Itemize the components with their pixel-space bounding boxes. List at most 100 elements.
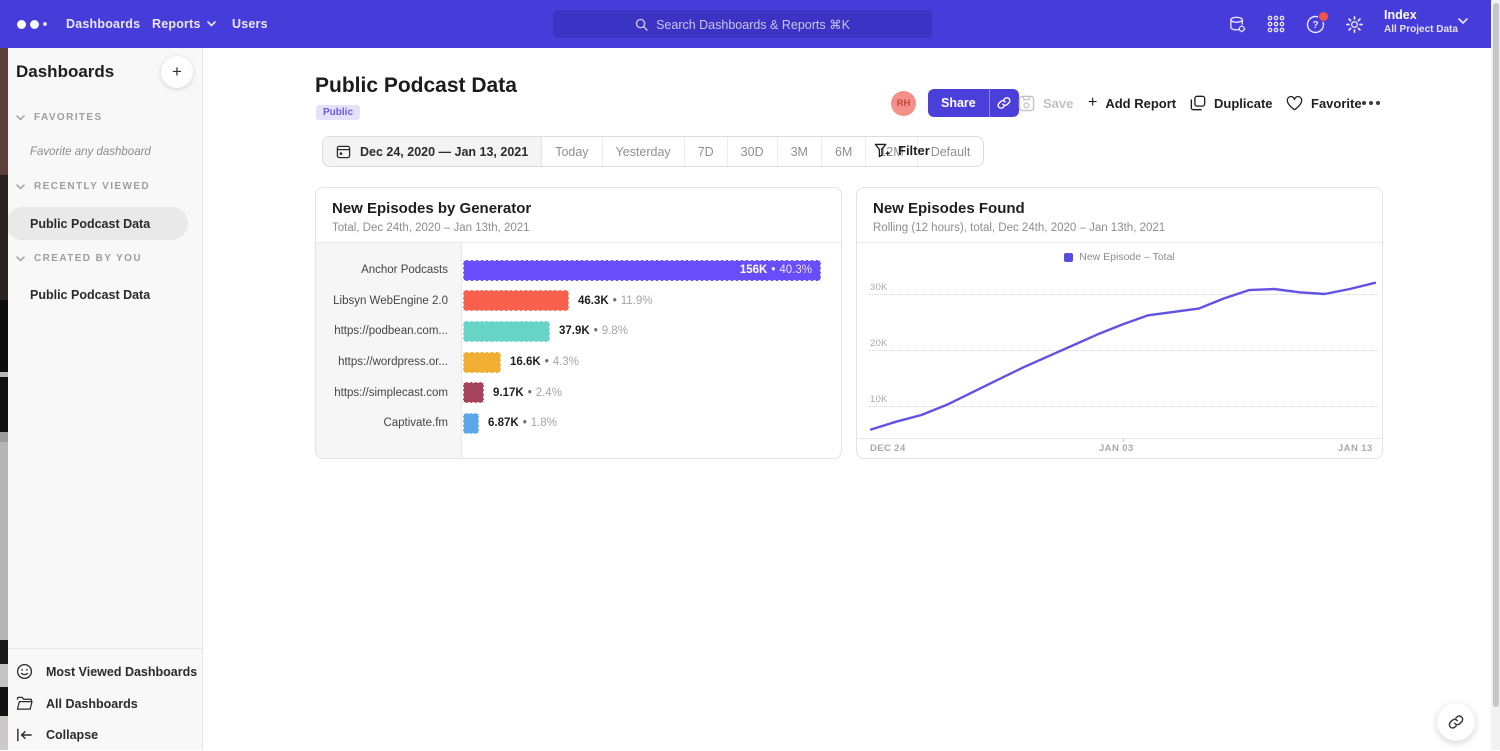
search-placeholder: Search Dashboards & Reports ⌘K [656,17,850,32]
chevron-down-icon [16,256,25,262]
project-chevron-down-icon[interactable] [1458,18,1468,25]
chevron-down-icon [16,184,25,190]
save-label: Save [1043,96,1073,111]
nav-reports-label: Reports [152,17,201,31]
add-dashboard-button[interactable]: + [161,56,193,88]
bar-category-label: https://podbean.com... [316,316,448,347]
legend-swatch [1064,253,1073,262]
project-scope: All Project Data [1384,23,1458,36]
share-button-label[interactable]: Share [928,89,989,117]
filter-label: Filter [898,143,930,158]
data-source-icon[interactable] [1226,13,1248,35]
bar-chart-subtitle: Total, Dec 24th, 2020 – Jan 13th, 2021 [332,222,530,234]
sidebar-item-recently-viewed-dashboard[interactable]: Public Podcast Data [30,217,150,231]
smiley-icon [16,663,33,680]
bar-category-label: Libsyn WebEngine 2.0 [316,286,448,317]
bar-rows: Anchor Podcasts156K•40.3%Libsyn WebEngin… [316,255,841,439]
nav-dashboards-label: Dashboards [66,17,140,31]
bar-segment[interactable] [463,352,501,373]
copy-link-floating-button[interactable] [1437,703,1475,741]
preset-30d[interactable]: 30D [728,137,778,166]
sidebar-title: Dashboards [16,62,114,82]
settings-gear-icon[interactable] [1343,13,1365,35]
chevron-down-icon [16,115,25,121]
preset-7d[interactable]: 7D [685,137,728,166]
chart-legend: New Episode – Total [857,251,1382,263]
bar-chart-title: New Episodes by Generator [332,200,531,217]
folder-icon [16,696,33,711]
bar-value-label: 9.17K•2.4% [493,377,562,408]
bar-chart-card-header: New Episodes by Generator Total, Dec 24t… [316,188,841,243]
x-tick-jan13: JAN 13 [1338,443,1373,454]
add-report-button[interactable]: + Add Report [1088,89,1176,117]
section-recently-viewed[interactable]: RECENTLY VIEWED [16,181,150,192]
bar-segment[interactable] [463,290,569,311]
svg-text:?: ? [1312,20,1318,31]
line-chart-plot: 30K 20K 10K [869,271,1377,438]
bar-value-label: 156K•40.3% [740,255,812,286]
bar-segment[interactable] [463,321,550,342]
bar-segment[interactable] [463,413,479,434]
all-dashboards-button[interactable]: All Dashboards [16,696,138,711]
more-options-button[interactable] [1362,89,1380,117]
sidebar: Dashboards + FAVORITES Favorite any dash… [8,48,203,750]
most-viewed-dashboards-button[interactable]: Most Viewed Dashboards [16,663,197,680]
more-horizontal-icon [1362,101,1380,105]
nav-users[interactable]: Users [232,0,268,48]
bar-segment[interactable] [463,382,484,403]
bar-value-label: 16.6K•4.3% [510,347,579,378]
bar-value-label: 37.9K•9.8% [559,316,628,347]
sidebar-item-created-dashboard[interactable]: Public Podcast Data [30,288,150,302]
nav-reports[interactable]: Reports [152,0,216,48]
search-input[interactable]: Search Dashboards & Reports ⌘K [553,10,932,38]
save-button[interactable]: Save [1018,89,1073,117]
favorite-label: Favorite [1311,96,1362,111]
x-axis-line [858,438,1382,439]
line-series[interactable] [869,271,1377,438]
bar-row: https://wordpress.or... 16.6K•4.3% [316,347,841,378]
bar-row: https://simplecast.com9.17K•2.4% [316,377,841,408]
sidebar-footer: Most Viewed Dashboards All Dashboards Co… [8,648,202,751]
link-icon [1448,714,1464,730]
preset-3m[interactable]: 3M [778,137,822,166]
line-chart-card: New Episodes Found Rolling (12 hours), t… [856,187,1383,459]
section-favorites[interactable]: FAVORITES [16,112,103,123]
link-icon [997,96,1011,110]
bar-category-label: Captivate.fm [316,408,448,439]
share-link-button[interactable] [989,89,1019,117]
preset-yesterday[interactable]: Yesterday [603,137,685,166]
scrollbar-track[interactable] [1491,0,1500,750]
collapse-label: Collapse [46,728,98,742]
help-icon[interactable]: ? [1304,13,1326,35]
duplicate-button[interactable]: Duplicate [1190,89,1273,117]
notification-badge [1318,11,1329,22]
section-created-by-you[interactable]: CREATED BY YOU [16,253,142,264]
x-axis-tick [1123,438,1124,442]
favorite-button[interactable]: Favorite [1286,89,1362,117]
collapse-icon [16,728,33,742]
line-chart-title: New Episodes Found [873,200,1025,217]
apps-grid-icon[interactable] [1265,13,1287,35]
x-tick-dec24: DEC 24 [870,443,906,454]
top-navbar: Dashboards Reports Users Search Dashboar… [0,0,1500,48]
duplicate-label: Duplicate [1214,96,1273,111]
bar-row: Libsyn WebEngine 2.046.3K•11.9% [316,286,841,317]
date-range-button[interactable]: Dec 24, 2020 — Jan 13, 2021 [323,137,542,166]
project-name: Index [1384,7,1458,23]
preset-6m[interactable]: 6M [822,137,866,166]
favorites-empty-hint: Favorite any dashboard [30,146,151,158]
section-favorites-label: FAVORITES [34,112,103,123]
bar-category-label: Anchor Podcasts [316,255,448,286]
line-chart-subtitle: Rolling (12 hours), total, Dec 24th, 202… [873,222,1165,234]
bar-row: Anchor Podcasts 156K•40.3% [316,255,841,286]
share-button[interactable]: Share [928,89,1019,117]
nav-dashboards[interactable]: Dashboards [66,0,140,48]
collapse-sidebar-button[interactable]: Collapse [16,728,98,742]
avatar[interactable]: RH [891,91,916,116]
preset-today[interactable]: Today [542,137,602,166]
bar-category-label: https://wordpress.or... [316,347,448,378]
project-switcher[interactable]: Index All Project Data [1384,7,1458,36]
scrollbar-thumb[interactable] [1493,3,1499,707]
filter-button[interactable]: Filter [874,136,930,165]
app-logo[interactable] [17,0,47,48]
